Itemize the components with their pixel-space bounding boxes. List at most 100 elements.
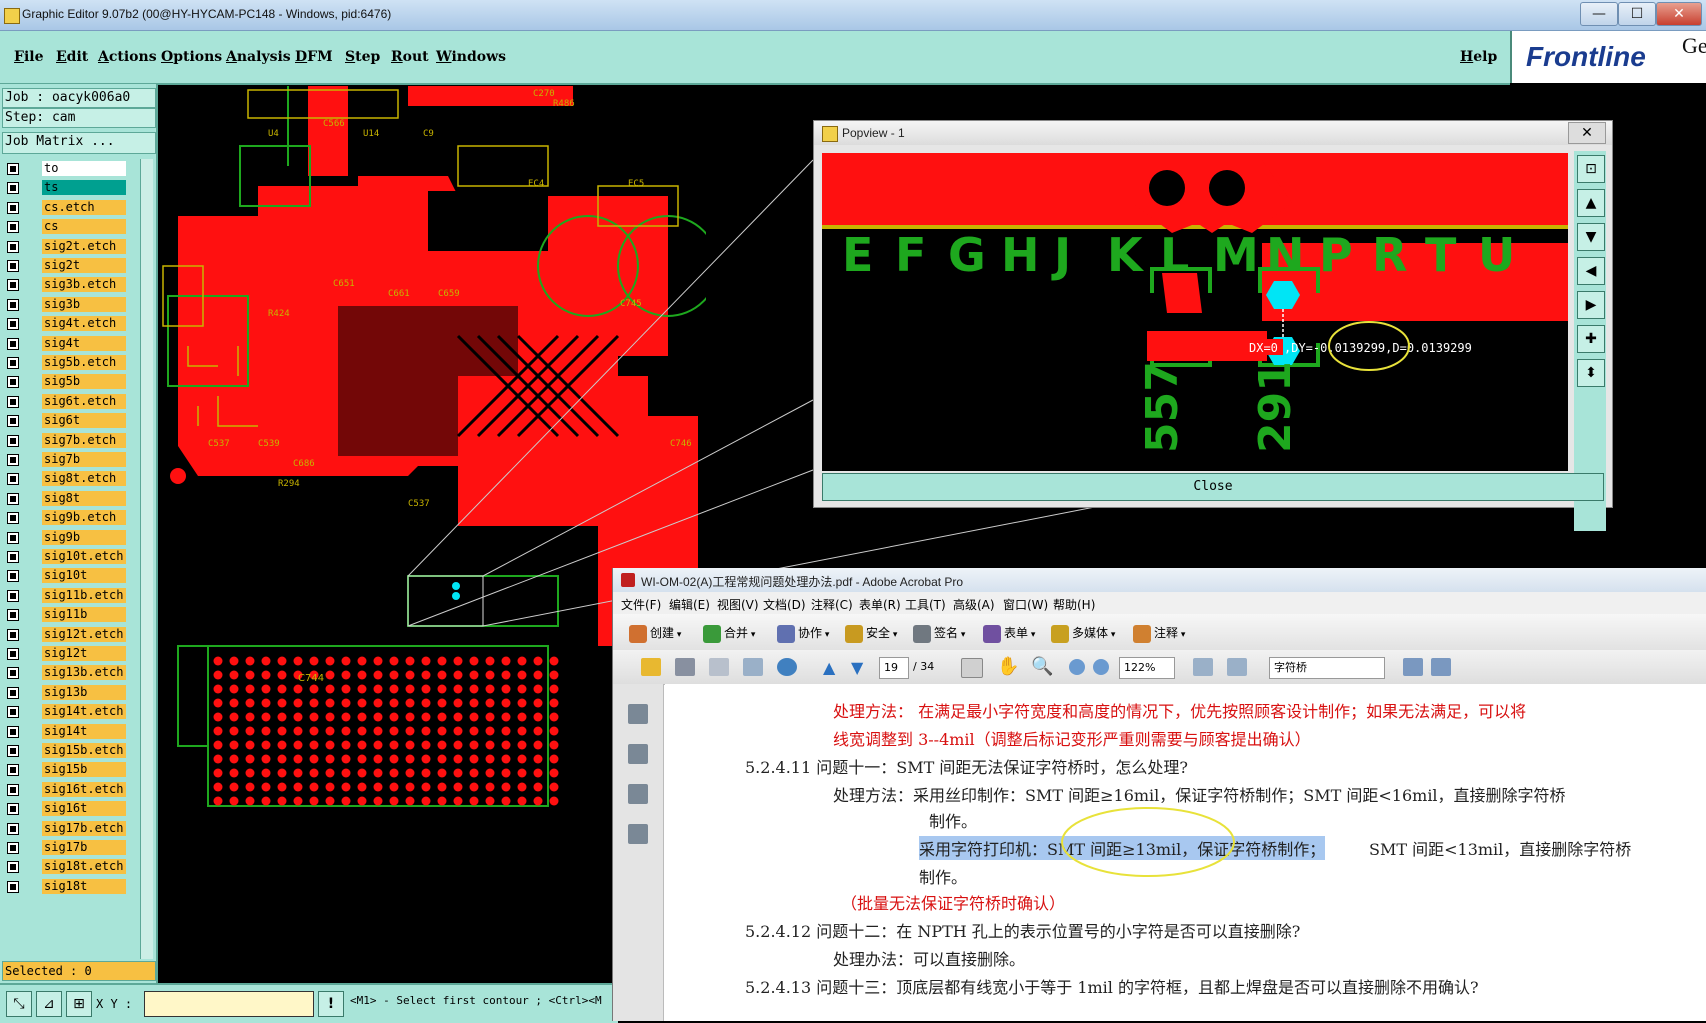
- layer-checkbox[interactable]: [7, 822, 19, 835]
- prev-page-icon[interactable]: ▲: [823, 658, 835, 677]
- xy-input[interactable]: [144, 991, 314, 1017]
- menu-options[interactable]: Options: [161, 49, 222, 65]
- acrobat-menu-item[interactable]: 高级(A): [953, 596, 995, 613]
- page-number-input[interactable]: 19: [879, 657, 909, 679]
- popview-close-icon[interactable]: ✕: [1568, 122, 1606, 144]
- layer-row[interactable]: ts: [4, 179, 126, 196]
- menu-help[interactable]: Help: [1460, 49, 1497, 65]
- layer-row[interactable]: cs.etch: [4, 199, 126, 216]
- menu-actions[interactable]: Actions: [98, 49, 157, 65]
- layer-checkbox[interactable]: [7, 454, 19, 466]
- minimize-button[interactable]: —: [1580, 2, 1618, 26]
- menu-file[interactable]: File: [14, 49, 44, 65]
- job-matrix-button[interactable]: Job Matrix ...: [2, 132, 156, 154]
- menu-step[interactable]: Step: [345, 49, 380, 65]
- zoom-out-icon[interactable]: ⬍: [1577, 359, 1605, 387]
- zoom-input[interactable]: 122%: [1119, 657, 1175, 679]
- layer-checkbox[interactable]: [7, 415, 19, 428]
- layer-checkbox[interactable]: [7, 163, 19, 175]
- pan-up-icon[interactable]: ▲: [1577, 189, 1605, 217]
- find-prev-icon[interactable]: [1403, 658, 1423, 676]
- select-tool-icon[interactable]: ⤡: [6, 991, 32, 1017]
- layer-checkbox[interactable]: [7, 201, 19, 214]
- layer-checkbox[interactable]: [7, 589, 19, 602]
- layer-row[interactable]: sig5b: [4, 373, 126, 390]
- layer-checkbox[interactable]: [7, 686, 19, 699]
- popview-close-button[interactable]: Close: [822, 473, 1604, 501]
- zoom-fit-icon[interactable]: ⊡: [1577, 155, 1605, 183]
- layer-row[interactable]: sig18t.etch: [4, 858, 126, 875]
- pan-down-icon[interactable]: ▼: [1577, 223, 1605, 251]
- menu-analysis[interactable]: Analysis: [226, 49, 291, 65]
- acrobat-menu-item[interactable]: 文件(F): [621, 596, 661, 613]
- task-button[interactable]: 多媒体 ▾: [1051, 624, 1115, 643]
- acrobat-menu-item[interactable]: 视图(V): [717, 596, 759, 613]
- layer-row[interactable]: sig3b.etch: [4, 276, 126, 293]
- layer-row[interactable]: sig18t: [4, 878, 126, 895]
- task-button[interactable]: 合并 ▾: [703, 624, 755, 643]
- layer-checkbox[interactable]: [7, 570, 19, 583]
- layer-row[interactable]: sig7b.etch: [4, 432, 126, 449]
- print-icon[interactable]: [675, 658, 695, 676]
- task-button[interactable]: 创建 ▾: [629, 624, 681, 643]
- layer-checkbox[interactable]: [7, 492, 19, 505]
- layer-checkbox[interactable]: [7, 434, 19, 447]
- layer-row[interactable]: sig4t.etch: [4, 315, 126, 332]
- signatures-icon[interactable]: [628, 824, 648, 844]
- layer-checkbox[interactable]: [7, 880, 19, 893]
- layer-checkbox[interactable]: [7, 783, 19, 796]
- layer-checkbox[interactable]: [7, 706, 19, 719]
- layer-checkbox[interactable]: [7, 337, 19, 350]
- pdf-document[interactable]: 处理方法： 在满足最小字符宽度和高度的情况下，优先按照顾客设计制作；如果无法满足…: [665, 684, 1706, 1021]
- layer-row[interactable]: sig8t.etch: [4, 470, 126, 487]
- menu-dfm[interactable]: DFM: [295, 49, 333, 65]
- menu-rout[interactable]: Rout: [391, 49, 429, 65]
- popview-canvas[interactable]: EFGHJKLMNPRTU 557 291 DX=0 ,DY=-0.013929…: [822, 153, 1568, 471]
- email-icon[interactable]: [743, 658, 763, 676]
- layer-checkbox[interactable]: [7, 861, 19, 874]
- layer-row[interactable]: sig16t: [4, 800, 126, 817]
- layer-checkbox[interactable]: [7, 221, 19, 234]
- layer-row[interactable]: sig17b: [4, 839, 126, 856]
- layer-row[interactable]: sig7b: [4, 451, 126, 468]
- layer-row[interactable]: sig6t.etch: [4, 393, 126, 410]
- layer-checkbox[interactable]: [7, 628, 19, 641]
- layer-row[interactable]: sig8t: [4, 490, 126, 507]
- layer-row[interactable]: sig2t: [4, 257, 126, 274]
- web-icon[interactable]: [777, 658, 797, 676]
- acrobat-menu-item[interactable]: 编辑(E): [669, 596, 710, 613]
- grid-tool-icon[interactable]: ⊞: [66, 991, 92, 1017]
- layer-row[interactable]: sig10t: [4, 567, 126, 584]
- acrobat-menu-item[interactable]: 工具(T): [905, 596, 946, 613]
- task-button[interactable]: 注释 ▾: [1133, 624, 1185, 643]
- layer-checkbox[interactable]: [7, 842, 19, 854]
- warning-icon[interactable]: !: [318, 991, 344, 1017]
- pages-icon[interactable]: [628, 704, 648, 724]
- layer-checkbox[interactable]: [7, 764, 19, 777]
- layer-row[interactable]: sig17b.etch: [4, 820, 126, 837]
- open-icon[interactable]: [641, 658, 661, 676]
- layer-row[interactable]: cs: [4, 218, 126, 235]
- bookmarks-icon[interactable]: [628, 744, 648, 764]
- layer-checkbox[interactable]: [7, 357, 19, 369]
- task-button[interactable]: 安全 ▾: [845, 624, 897, 643]
- find-input[interactable]: 字符桥: [1269, 657, 1385, 679]
- layer-row[interactable]: sig11b.etch: [4, 587, 126, 604]
- find-next-icon[interactable]: [1431, 658, 1451, 676]
- menu-windows[interactable]: Windows: [436, 49, 506, 65]
- hand-icon[interactable]: ✋: [997, 656, 1019, 677]
- layer-row[interactable]: sig10t.etch: [4, 548, 126, 565]
- layer-checkbox[interactable]: [7, 473, 19, 486]
- zoom-in-icon[interactable]: [1093, 659, 1109, 675]
- zoom-in-icon[interactable]: ✚: [1577, 325, 1605, 353]
- layer-checkbox[interactable]: [7, 376, 19, 389]
- layer-checkbox[interactable]: [7, 182, 19, 195]
- layer-checkbox[interactable]: [7, 648, 19, 660]
- layer-row[interactable]: sig14t.etch: [4, 703, 126, 720]
- layer-row[interactable]: sig9b: [4, 529, 126, 546]
- layer-checkbox[interactable]: [7, 298, 19, 311]
- layer-checkbox[interactable]: [7, 745, 19, 757]
- acrobat-menu-item[interactable]: 表单(R): [859, 596, 901, 613]
- task-button[interactable]: 签名 ▾: [913, 624, 965, 643]
- layer-row[interactable]: sig12t: [4, 645, 126, 662]
